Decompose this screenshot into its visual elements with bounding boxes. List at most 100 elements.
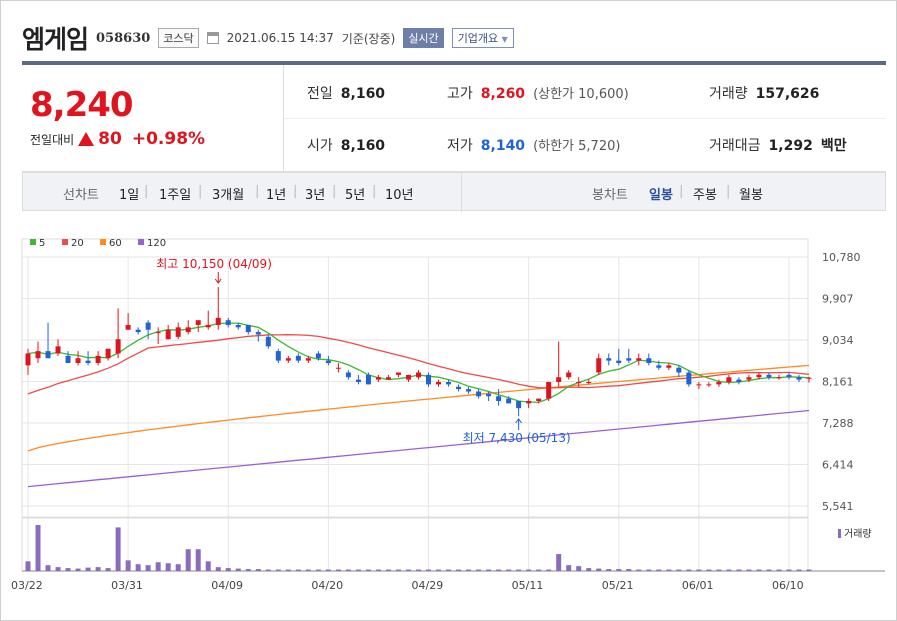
volume-bar (806, 569, 812, 571)
candle-body (205, 324, 211, 328)
candle-body (375, 377, 381, 380)
legend-label: 60 (109, 238, 122, 249)
volume-bar (576, 566, 582, 571)
volume-bar (305, 569, 311, 571)
candle-body (466, 389, 472, 392)
candle-body (566, 372, 572, 378)
volume-bar (365, 569, 371, 571)
candle-body (636, 358, 642, 361)
candle-body (576, 381, 582, 383)
candle-body (145, 322, 151, 330)
legend-label: 120 (147, 238, 166, 249)
candle-body (776, 377, 782, 379)
volume-bar (656, 569, 662, 571)
candle-body (736, 379, 742, 382)
candle-body (476, 391, 482, 397)
volume-bar (746, 569, 752, 571)
volume-bar (355, 569, 361, 571)
volume-panel-border (21, 516, 809, 572)
volume-bar (335, 569, 341, 571)
candle-body (245, 324, 251, 333)
candle-body (65, 355, 71, 363)
candle-body (175, 327, 181, 337)
candle-body (25, 353, 31, 366)
candle-body (696, 384, 702, 386)
candle-body (255, 332, 261, 335)
y-tick-label: 9,907 (822, 293, 854, 306)
volume-bar (726, 569, 732, 571)
volume-bar (395, 569, 401, 571)
volume-bar (345, 569, 351, 571)
candle-body (686, 372, 692, 385)
candle-body (596, 358, 602, 373)
volume-bar (55, 567, 61, 571)
candle-body (556, 377, 562, 382)
legend-swatch (100, 239, 106, 245)
volume-bar (636, 569, 642, 571)
volume-bar (265, 569, 271, 571)
volume-bar (546, 569, 552, 571)
y-tick-label: 10,780 (822, 251, 861, 264)
candle-body (606, 358, 612, 361)
volume-bar (145, 565, 151, 571)
volume-bar (696, 569, 702, 571)
volume-bar (716, 569, 722, 571)
volume-bar (676, 569, 682, 571)
candle-body (75, 358, 81, 363)
volume-bar (255, 569, 261, 571)
candle-body (646, 358, 652, 363)
volume-bar (385, 569, 391, 571)
volume-bar (646, 569, 652, 571)
candle-body (516, 401, 522, 409)
volume-bar (606, 569, 612, 571)
candle-body (456, 386, 462, 390)
volume-bar (195, 549, 201, 571)
candle-body (105, 348, 111, 359)
volume-bar (776, 569, 782, 571)
volume-bar (616, 569, 622, 571)
candle-body (796, 377, 802, 380)
volume-bar (35, 525, 41, 571)
volume-legend-swatch (838, 529, 841, 538)
candle-body (426, 374, 432, 385)
candle-body (365, 374, 371, 385)
x-tick-label: 06/10 (772, 579, 804, 592)
volume-bar (165, 563, 171, 571)
candle-body (345, 372, 351, 378)
candle-body (305, 358, 311, 361)
candle-body (315, 353, 321, 359)
high-annotation: 최고 10,150 (04/09) (156, 257, 272, 271)
volume-bar (736, 569, 742, 571)
candle-body (125, 324, 131, 330)
candle-body (756, 374, 762, 378)
candle-body (115, 339, 121, 354)
y-tick-label: 8,161 (822, 376, 854, 389)
volume-bar (756, 569, 762, 571)
ma20-line (27, 334, 810, 395)
volume-bar (125, 560, 131, 571)
legend-label: 5 (39, 238, 45, 249)
volume-bar (476, 569, 482, 571)
candle-body (716, 381, 722, 385)
volume-bar (235, 568, 241, 571)
legend-swatch (138, 239, 144, 245)
volume-bar (185, 549, 191, 571)
volume-bar (325, 569, 331, 571)
candle-body (325, 360, 331, 363)
candle-body (405, 374, 411, 380)
candle-body (706, 384, 712, 386)
x-tick-label: 03/31 (111, 579, 143, 592)
volume-bar (155, 562, 161, 571)
volume-legend-label: 거래량 (844, 528, 872, 540)
volume-bar (135, 564, 141, 571)
volume-bar (175, 564, 181, 571)
legend-label: 20 (71, 238, 84, 249)
candle-body (496, 396, 502, 402)
high-arrow-icon (214, 272, 222, 284)
x-tick-label: 05/11 (512, 579, 544, 592)
candle-body (275, 351, 281, 361)
candlestick-chart: 10,780 9,907 9,034 8,161 7,288 6,414 5,541 03/2… (11, 238, 885, 592)
volume-bar (405, 569, 411, 571)
ma5-line (27, 322, 810, 404)
volume-bar (105, 568, 111, 571)
